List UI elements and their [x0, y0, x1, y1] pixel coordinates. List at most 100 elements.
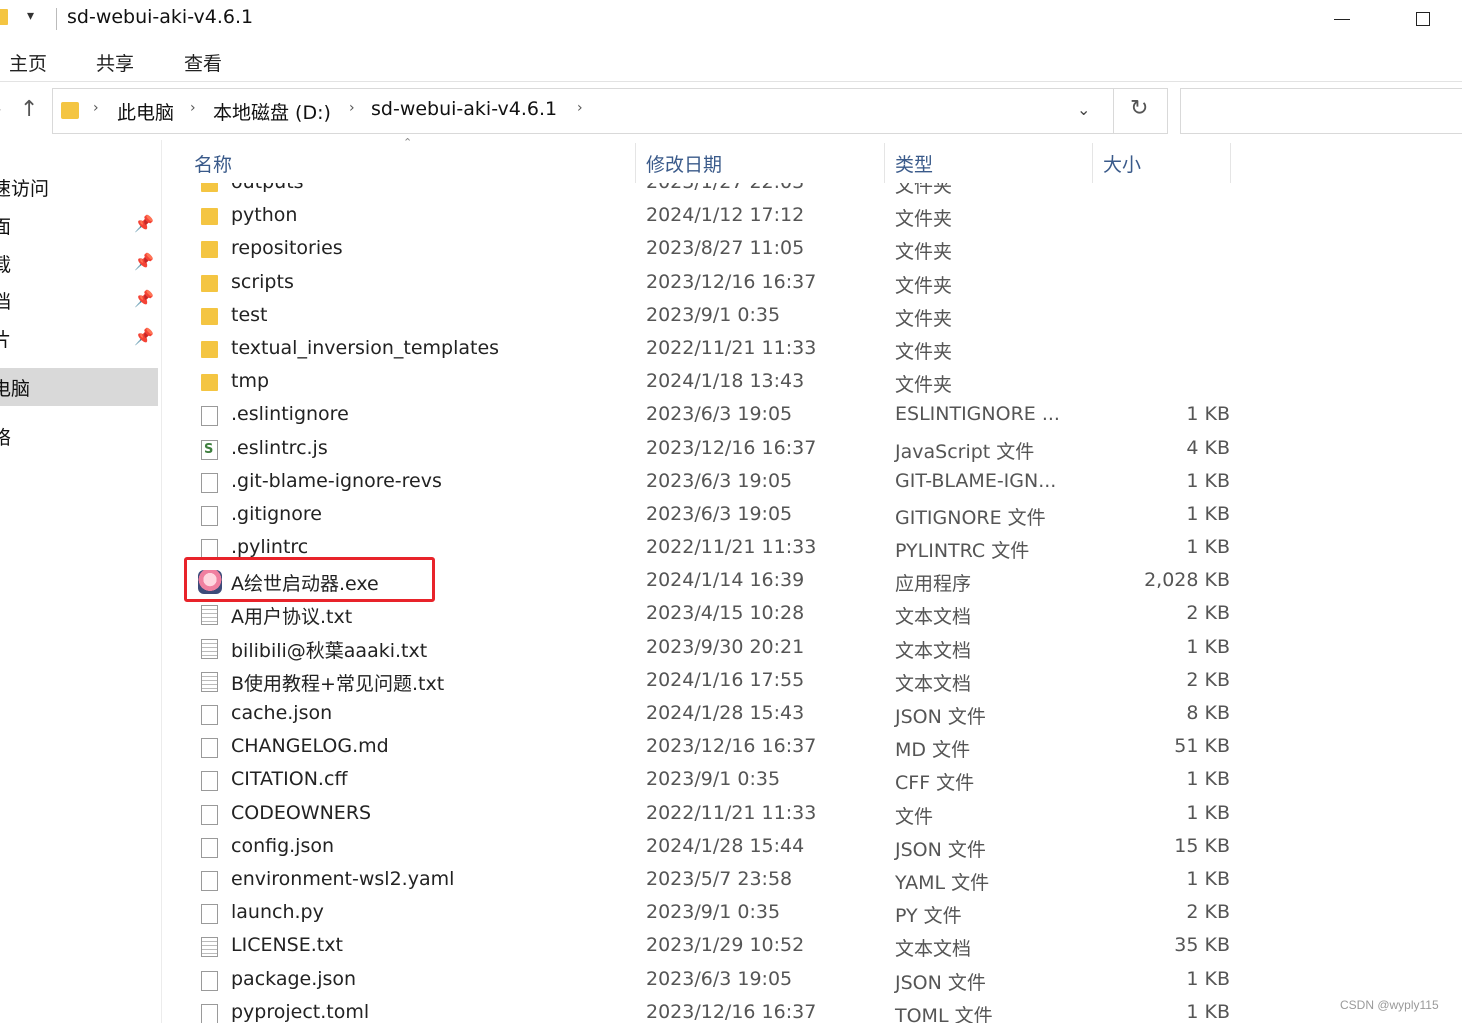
file-date: 2023/9/1 0:35 [646, 901, 781, 924]
chevron-right-icon[interactable]: › [349, 100, 355, 116]
file-row[interactable]: CHANGELOG.md 2023/12/16 16:37 MD 文件 51 KB [163, 731, 1462, 764]
file-row[interactable]: bilibili@秋葉aaaki.txt 2023/9/30 20:21 文本文档 1… [163, 632, 1462, 665]
file-name[interactable]: B使用教程+常见问题.txt [231, 669, 444, 696]
file-date: 2023/6/3 19:05 [646, 967, 793, 990]
tab-view[interactable]: 查看 [184, 49, 222, 76]
minimize-button[interactable] [1334, 19, 1350, 20]
file-date: 2023/9/1 0:35 [646, 303, 781, 326]
column-type[interactable]: 类型 [895, 150, 933, 177]
breadcrumb-folder[interactable]: sd-webui-aki-v4.6.1 [371, 98, 557, 120]
nav-item-downloads[interactable]: 载 📌 [0, 244, 158, 282]
file-row[interactable]: outputs 2023/1/27 22:03 文件夹 [163, 183, 1462, 200]
maximize-button[interactable] [1416, 12, 1430, 26]
file-name[interactable]: outputs [231, 183, 304, 193]
file-name[interactable]: package.json [231, 968, 356, 990]
file-type: JSON 文件 [895, 838, 986, 861]
column-date[interactable]: 修改日期 [646, 150, 722, 177]
column-size[interactable]: 大小 [1103, 150, 1141, 177]
file-row[interactable]: scripts 2023/12/16 16:37 文件夹 [163, 267, 1462, 300]
file-date: 2023/6/3 19:05 [646, 403, 793, 426]
chevron-right-icon[interactable]: › [93, 100, 99, 116]
refresh-button[interactable]: ↻ [1113, 88, 1168, 134]
column-divider[interactable] [1230, 143, 1231, 183]
nav-item-desktop[interactable]: 面 📌 [0, 206, 158, 244]
file-size: 1 KB [1186, 536, 1230, 559]
file-row[interactable]: pyproject.toml 2023/12/16 16:37 TOML 文件 1 K… [163, 997, 1462, 1023]
file-type: 文件夹 [895, 241, 953, 264]
file-name[interactable]: python [231, 204, 297, 226]
search-input[interactable] [1180, 88, 1462, 134]
file-type: JSON 文件 [895, 706, 986, 728]
file-name[interactable]: .gitignore [231, 503, 322, 525]
file-row[interactable]: test 2023/9/1 0:35 文件夹 [163, 300, 1462, 333]
file-name[interactable]: textual_inversion_templates [231, 337, 499, 359]
file-icon [201, 738, 218, 759]
file-name[interactable]: .pylintrc [231, 536, 308, 558]
file-name[interactable]: LICENSE.txt [231, 934, 343, 956]
chevron-right-icon[interactable]: › [190, 100, 196, 116]
file-row[interactable]: B使用教程+常见问题.txt 2024/1/16 17:55 文本文档 2 KB [163, 665, 1462, 698]
file-name[interactable]: .eslintrc.js [231, 437, 328, 459]
file-date: 2022/11/21 11:33 [646, 336, 817, 359]
file-type: JSON 文件 [895, 971, 986, 994]
quick-access-dropdown-icon[interactable]: ▾ [27, 8, 34, 24]
file-icon [201, 804, 218, 825]
breadcrumb-drive[interactable]: 本地磁盘 (D:) [213, 98, 331, 125]
forward-chevron-icon[interactable]: › [0, 102, 2, 118]
file-name[interactable]: scripts [231, 271, 294, 293]
file-name[interactable]: repositories [231, 237, 343, 259]
file-row[interactable]: .eslintignore 2023/6/3 19:05 ESLINTIGNORE … [163, 399, 1462, 432]
file-name[interactable]: CODEOWNERS [231, 802, 371, 824]
address-bar[interactable]: › 此电脑 › 本地磁盘 (D:) › sd-webui-aki-v4.6.1 … [52, 88, 1114, 134]
file-icon [201, 705, 218, 725]
nav-item-pictures[interactable]: 片 📌 [0, 319, 158, 357]
file-type: 文本文档 [895, 672, 972, 695]
chevron-down-icon[interactable]: ⌄ [1077, 100, 1090, 119]
nav-item-network[interactable]: 络 [0, 417, 158, 455]
file-name[interactable]: tmp [231, 370, 269, 392]
file-row[interactable]: python 2024/1/12 17:12 文件夹 [163, 200, 1462, 233]
file-row[interactable]: config.json 2024/1/28 15:44 JSON 文件 15 KB [163, 831, 1462, 864]
column-divider[interactable] [1092, 143, 1093, 183]
file-name[interactable]: test [231, 304, 268, 326]
tab-home[interactable]: 主页 [9, 49, 47, 76]
folder-icon [0, 9, 8, 25]
column-divider[interactable] [884, 143, 885, 183]
file-row[interactable]: launch.py 2023/9/1 0:35 PY 文件 2 KB [163, 897, 1462, 930]
up-arrow-icon[interactable]: ↑ [20, 97, 38, 122]
tab-share[interactable]: 共享 [96, 49, 134, 76]
file-name[interactable]: CITATION.cff [231, 768, 347, 790]
file-name[interactable]: environment-wsl2.yaml [231, 868, 454, 890]
file-row[interactable]: CODEOWNERS 2022/11/21 11:33 文件 1 KB [163, 798, 1462, 831]
file-row[interactable]: environment-wsl2.yaml 2023/5/7 23:58 YAML … [163, 864, 1462, 897]
file-row[interactable]: CITATION.cff 2023/9/1 0:35 CFF 文件 1 KB [163, 764, 1462, 797]
file-row[interactable]: .gitignore 2023/6/3 19:05 GITIGNORE 文件 1 KB [163, 499, 1462, 532]
file-name[interactable]: .git-blame-ignore-revs [231, 470, 442, 492]
column-divider[interactable] [635, 143, 636, 183]
file-row[interactable]: A用户协议.txt 2023/4/15 10:28 文本文档 2 KB [163, 598, 1462, 631]
file-name[interactable]: cache.json [231, 702, 332, 724]
file-date: 2024/1/16 17:55 [646, 668, 805, 691]
file-name[interactable]: launch.py [231, 901, 324, 923]
file-name[interactable]: bilibili@秋葉aaaki.txt [231, 636, 427, 663]
file-row[interactable]: cache.json 2024/1/28 15:43 JSON 文件 8 KB [163, 698, 1462, 731]
file-icon [201, 970, 218, 991]
file-row[interactable]: .eslintrc.js 2023/12/16 16:37 JavaScript 文… [163, 433, 1462, 466]
breadcrumb-this-pc[interactable]: 此电脑 [117, 98, 174, 125]
file-row[interactable]: tmp 2024/1/18 13:43 文件夹 [163, 366, 1462, 399]
file-name[interactable]: CHANGELOG.md [231, 735, 389, 757]
file-row[interactable]: .git-blame-ignore-revs 2023/6/3 19:05 GIT-… [163, 466, 1462, 499]
file-name[interactable]: pyproject.toml [231, 1001, 369, 1023]
column-name[interactable]: 名称 [194, 150, 232, 177]
file-row[interactable]: repositories 2023/8/27 11:05 文件夹 [163, 233, 1462, 266]
nav-item-documents[interactable]: 档 📌 [0, 281, 158, 319]
chevron-right-icon[interactable]: › [577, 100, 583, 116]
nav-item-quick-access[interactable]: 速访问 [0, 168, 158, 206]
nav-item-this-pc[interactable]: 电脑 [0, 368, 158, 406]
file-name[interactable]: A用户协议.txt [231, 602, 352, 629]
file-name[interactable]: .eslintignore [231, 403, 349, 425]
file-row[interactable]: LICENSE.txt 2023/1/29 10:52 文本文档 35 KB [163, 930, 1462, 963]
file-name[interactable]: config.json [231, 835, 334, 857]
file-row[interactable]: package.json 2023/6/3 19:05 JSON 文件 1 KB [163, 964, 1462, 997]
file-row[interactable]: textual_inversion_templates 2022/11/21 11… [163, 333, 1462, 366]
